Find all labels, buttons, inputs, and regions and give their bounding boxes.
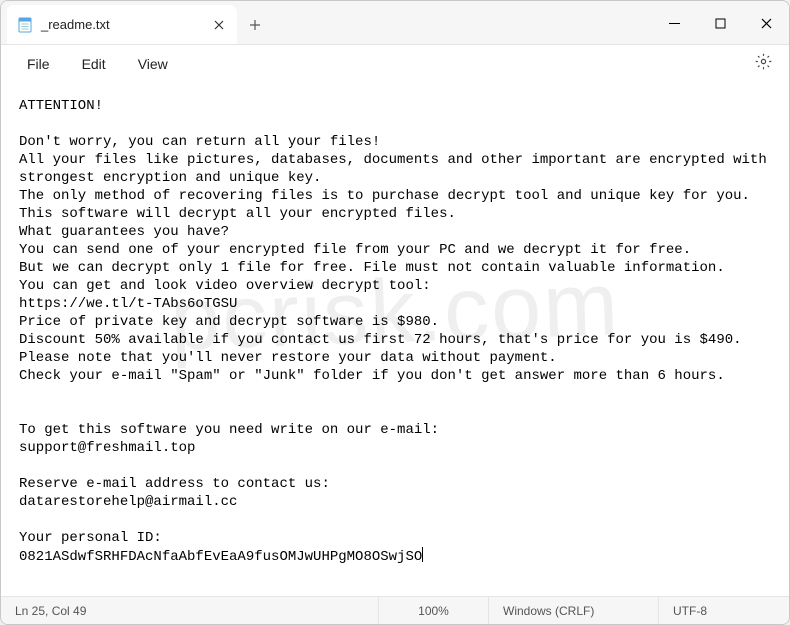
settings-button[interactable] bbox=[747, 48, 779, 80]
document-tab[interactable]: _readme.txt bbox=[7, 5, 237, 44]
menu-view[interactable]: View bbox=[122, 50, 184, 78]
status-zoom[interactable]: 100% bbox=[379, 597, 489, 624]
maximize-button[interactable] bbox=[697, 1, 743, 45]
menu-edit[interactable]: Edit bbox=[66, 50, 122, 78]
minimize-button[interactable] bbox=[651, 1, 697, 45]
statusbar: Ln 25, Col 49 100% Windows (CRLF) UTF-8 bbox=[1, 596, 789, 624]
menu-file[interactable]: File bbox=[11, 50, 66, 78]
status-encoding[interactable]: UTF-8 bbox=[659, 597, 789, 624]
text-editor-content[interactable]: ATTENTION! Don't worry, you can return a… bbox=[1, 83, 789, 596]
tab-title: _readme.txt bbox=[41, 17, 203, 32]
window-controls bbox=[651, 1, 789, 44]
close-button[interactable] bbox=[743, 1, 789, 45]
menubar: File Edit View bbox=[1, 45, 789, 83]
notepad-icon bbox=[17, 17, 33, 33]
status-position[interactable]: Ln 25, Col 49 bbox=[1, 597, 379, 624]
document-text: ATTENTION! Don't worry, you can return a… bbox=[19, 98, 775, 565]
gear-icon bbox=[755, 53, 772, 75]
status-line-endings[interactable]: Windows (CRLF) bbox=[489, 597, 659, 624]
notepad-window: _readme.txt File Edit View bbox=[0, 0, 790, 625]
tab-close-button[interactable] bbox=[211, 17, 227, 33]
titlebar-drag-area[interactable] bbox=[273, 1, 651, 44]
new-tab-button[interactable] bbox=[237, 5, 273, 44]
text-cursor bbox=[422, 547, 423, 562]
titlebar[interactable]: _readme.txt bbox=[1, 1, 789, 45]
